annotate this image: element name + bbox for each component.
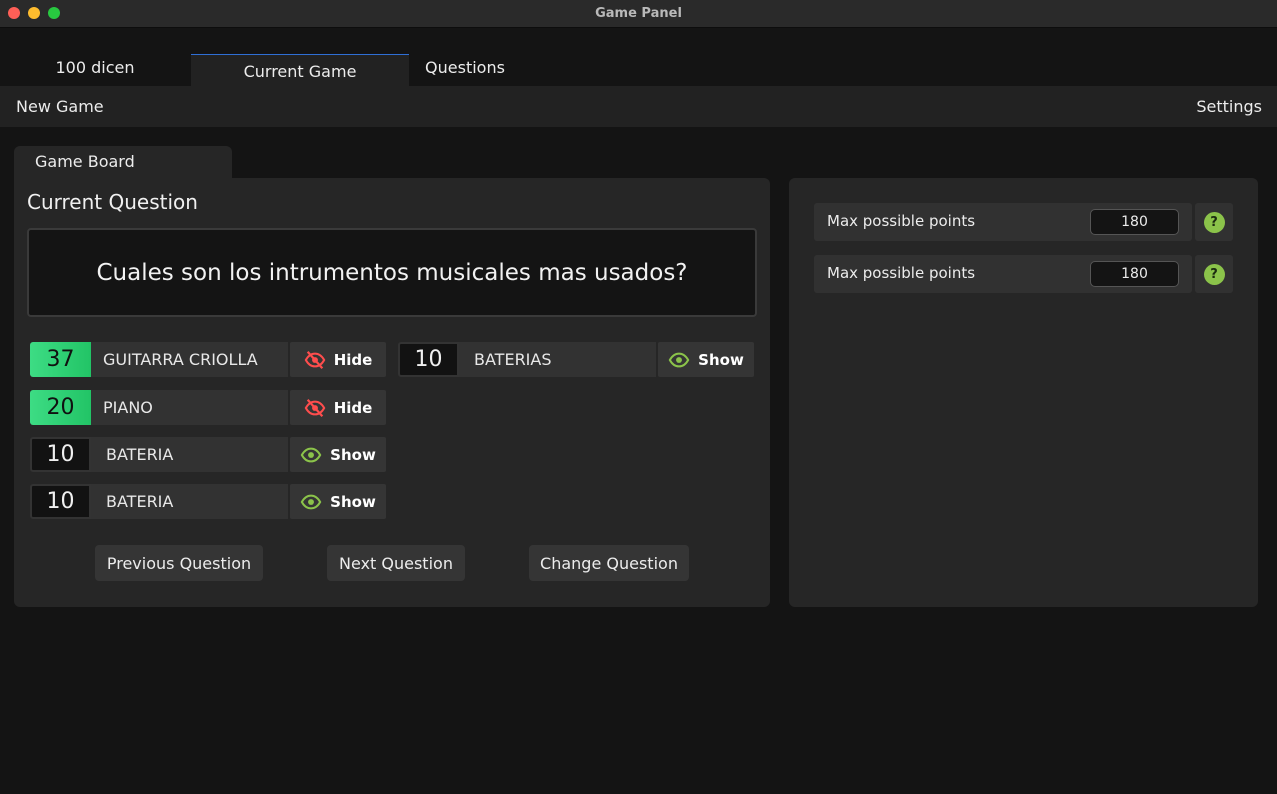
hide-answer-button[interactable]: Hide bbox=[290, 390, 386, 425]
previous-question-button[interactable]: Previous Question bbox=[95, 545, 263, 581]
answer-row: 10 BATERIAS Show bbox=[398, 342, 754, 377]
show-button-label: Show bbox=[330, 445, 376, 464]
eye-icon bbox=[300, 494, 322, 509]
hide-answer-button[interactable]: Hide bbox=[290, 342, 386, 377]
help-icon: ? bbox=[1203, 211, 1225, 233]
tab-100-dicen[interactable]: 100 dicen bbox=[0, 54, 190, 86]
answer-text: PIANO bbox=[91, 390, 288, 425]
max-points-row: Max possible points 180 bbox=[814, 255, 1192, 293]
show-button-label: Show bbox=[330, 492, 376, 511]
max-points-label: Max possible points bbox=[827, 212, 976, 230]
answer-row: 37 GUITARRA CRIOLLA Hide bbox=[30, 342, 386, 377]
hide-button-label: Hide bbox=[333, 350, 373, 369]
answer-points: 20 bbox=[30, 390, 91, 425]
help-button[interactable]: ? bbox=[1195, 255, 1233, 293]
answer-row: 10 BATERIA Show bbox=[30, 437, 386, 472]
answer-points: 10 bbox=[30, 437, 91, 472]
new-game-menu-item[interactable]: New Game bbox=[16, 97, 104, 116]
answer-points: 37 bbox=[30, 342, 91, 377]
help-icon: ? bbox=[1203, 263, 1225, 285]
show-answer-button[interactable]: Show bbox=[290, 437, 386, 472]
close-window-button[interactable] bbox=[8, 7, 20, 19]
tab-current-game-label: Current Game bbox=[243, 62, 357, 81]
answer-text: BATERIA bbox=[91, 484, 288, 519]
question-text: Cuales son los intrumentos musicales mas… bbox=[96, 259, 688, 286]
minimize-window-button[interactable] bbox=[28, 7, 40, 19]
show-answer-button[interactable]: Show bbox=[658, 342, 754, 377]
window-title: Game Panel bbox=[595, 6, 682, 21]
max-points-input[interactable]: 180 bbox=[1090, 209, 1179, 235]
answer-text: BATERIA bbox=[91, 437, 288, 472]
maximize-window-button[interactable] bbox=[48, 7, 60, 19]
max-points-input[interactable]: 180 bbox=[1090, 261, 1179, 287]
show-button-label: Show bbox=[698, 350, 744, 369]
answer-text: BATERIAS bbox=[459, 342, 656, 377]
eye-icon bbox=[300, 447, 322, 462]
show-answer-button[interactable]: Show bbox=[290, 484, 386, 519]
hide-button-label: Hide bbox=[333, 398, 373, 417]
question-display: Cuales son los intrumentos musicales mas… bbox=[27, 228, 757, 317]
menu-bar: New Game Settings bbox=[0, 86, 1277, 127]
max-points-label: Max possible points bbox=[827, 264, 976, 282]
tab-game-board[interactable]: Game Board bbox=[14, 146, 232, 179]
window-controls bbox=[8, 7, 60, 19]
answer-points: 10 bbox=[398, 342, 459, 377]
settings-menu-item[interactable]: Settings bbox=[1196, 97, 1262, 116]
max-points-row: Max possible points 180 bbox=[814, 203, 1192, 241]
eye-icon bbox=[668, 352, 690, 367]
eye-slash-icon bbox=[304, 398, 326, 417]
eye-slash-icon bbox=[304, 350, 326, 369]
answer-text: GUITARRA CRIOLLA bbox=[91, 342, 288, 377]
change-question-button[interactable]: Change Question bbox=[529, 545, 689, 581]
help-button[interactable]: ? bbox=[1195, 203, 1233, 241]
tab-current-game[interactable]: Current Game bbox=[191, 54, 409, 86]
answer-row: 10 BATERIA Show bbox=[30, 484, 386, 519]
tab-questions[interactable]: Questions bbox=[409, 54, 521, 86]
answer-row: 20 PIANO Hide bbox=[30, 390, 386, 425]
title-bar: Game Panel bbox=[0, 0, 1277, 28]
settings-panel bbox=[789, 178, 1258, 607]
next-question-button[interactable]: Next Question bbox=[327, 545, 465, 581]
answer-points: 10 bbox=[30, 484, 91, 519]
current-question-label: Current Question bbox=[27, 190, 198, 214]
main-tabs: 100 dicen Current Game Questions bbox=[0, 28, 1277, 86]
